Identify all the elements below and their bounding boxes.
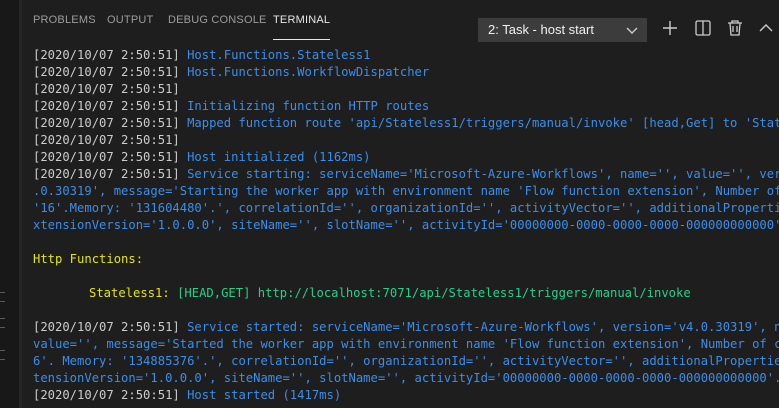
- chevron-up-icon[interactable]: [755, 17, 777, 39]
- log-line: [2020/10/07 2:50:51] Mapped function rou…: [33, 116, 779, 130]
- terminal-output[interactable]: [2020/10/07 2:50:51] Host.Functions.Stat…: [22, 44, 779, 408]
- tab-output[interactable]: OUTPUT: [107, 14, 153, 42]
- tab-problems[interactable]: PROBLEMS: [33, 14, 96, 42]
- log-line: [2020/10/07 2:50:51] Host initialized (1…: [33, 150, 371, 164]
- log-line: [2020/10/07 2:50:51] Service started: se…: [33, 320, 779, 334]
- split-icon[interactable]: [692, 17, 714, 39]
- log-line: [2020/10/07 2:50:51] Initializing functi…: [33, 99, 430, 113]
- http-functions-header: Http Functions:: [33, 252, 144, 266]
- tab-debug-console[interactable]: DEBUG CONSOLE: [168, 14, 267, 42]
- log-line: [2020/10/07 2:50:51]: [33, 133, 180, 147]
- trash-icon[interactable]: [724, 17, 746, 39]
- chevron-down-icon: [624, 21, 640, 46]
- function-name: Stateless1:: [89, 286, 170, 300]
- log-line: [2020/10/07 2:50:51] Host.Functions.Work…: [33, 65, 430, 79]
- tab-terminal[interactable]: TERMINAL: [273, 14, 331, 40]
- left-edge-strip: [0, 0, 22, 408]
- log-line-continuation: '16'.Memory: '131604480'.', correlationI…: [33, 201, 779, 215]
- log-line: [2020/10/07 2:50:51] Host started (1417m…: [33, 388, 342, 402]
- log-line-continuation: tensionVersion='1.0.0.0', siteName='', s…: [33, 371, 779, 385]
- log-line-continuation: .0.30319', message='Starting the worker …: [33, 184, 779, 198]
- log-line-continuation: 6'. Memory: '134885376'.', correlationId…: [33, 354, 779, 368]
- panel-header: PROBLEMS OUTPUT DEBUG CONSOLE TERMINAL 2…: [22, 0, 779, 44]
- function-entry: Stateless1: [HEAD,GET] http://localhost:…: [89, 285, 691, 302]
- terminal-selector-value: 2: Task - host start: [488, 22, 594, 37]
- log-line: [2020/10/07 2:50:51] Host.Functions.Stat…: [33, 48, 371, 62]
- log-line-continuation: value='', message='Started the worker ap…: [33, 337, 779, 351]
- log-line: [2020/10/07 2:50:51]: [33, 82, 180, 96]
- function-url-link[interactable]: http://localhost:7071/api/Stateless1/tri…: [258, 286, 691, 300]
- function-methods: [HEAD,GET]: [177, 286, 251, 300]
- terminal-selector-dropdown[interactable]: 2: Task - host start: [478, 18, 647, 42]
- log-line-continuation: xtensionVersion='1.0.0.0', siteName='', …: [33, 218, 779, 232]
- plus-icon[interactable]: [659, 17, 681, 39]
- log-line: [2020/10/07 2:50:51] Service starting: s…: [33, 167, 779, 181]
